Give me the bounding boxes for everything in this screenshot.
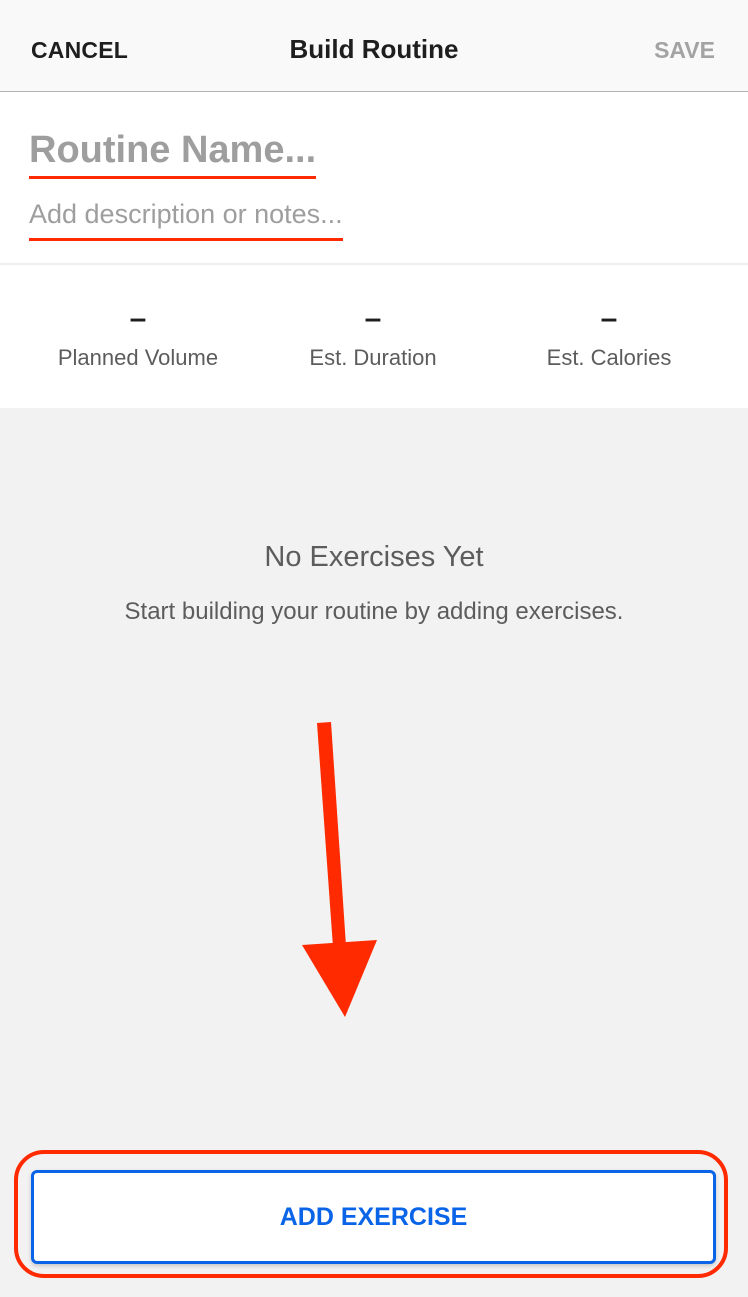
add-exercise-button[interactable]: ADD EXERCISE	[31, 1170, 716, 1264]
arrow-shaft	[317, 722, 346, 947]
annotation-arrow-icon	[302, 722, 377, 1017]
add-exercise-label: ADD EXERCISE	[279, 1202, 468, 1231]
arrow-head	[302, 940, 377, 1017]
